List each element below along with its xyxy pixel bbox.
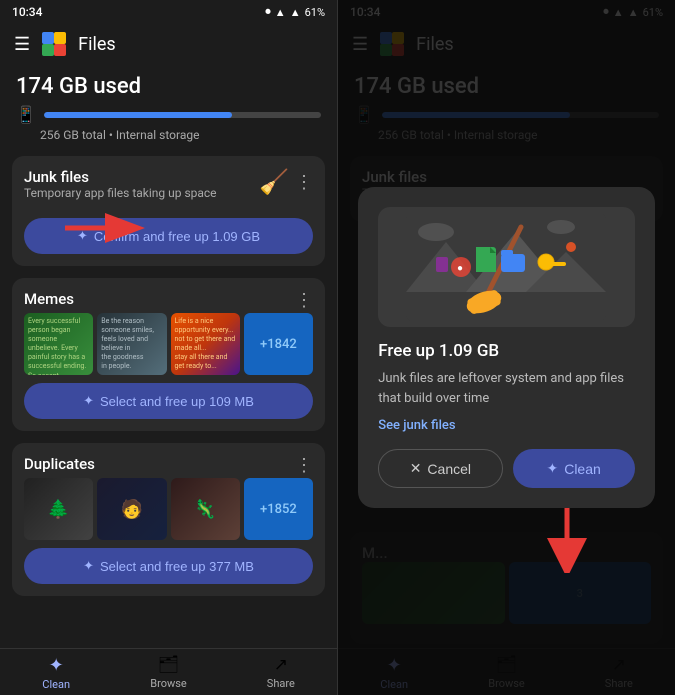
dup-menu-dots[interactable]: ⋮ <box>295 455 313 476</box>
browse-nav-label-left: Browse <box>150 677 187 690</box>
memes-thumbnails: Every successful person begansomeone unb… <box>24 313 313 375</box>
right-panel: 10:34 ⏺ ▲ ▲ 61% ☰ Files 174 GB used 📱 25… <box>337 0 675 695</box>
menu-icon-left[interactable]: ☰ <box>14 34 30 55</box>
dup-thumb-3: 🦎 <box>171 478 240 540</box>
status-icons-left: ⏺ ▲ ▲ 61% <box>265 5 325 19</box>
cancel-label: Cancel <box>427 461 471 477</box>
browse-nav-icon-left: 🗂 <box>158 655 180 675</box>
storage-bar-row-left: 📱 <box>16 105 321 124</box>
see-junk-link[interactable]: See junk files <box>378 418 635 433</box>
top-bar-left: ☰ Files <box>0 24 337 64</box>
dialog-title: Free up 1.09 GB <box>378 341 635 361</box>
dialog-overlay: ● Free up 1.09 GB Junk files are leftove… <box>338 0 675 695</box>
nav-clean-left[interactable]: ✦ Clean <box>0 655 112 691</box>
storage-bar-left <box>44 112 321 118</box>
memes-title: Memes <box>24 290 74 308</box>
junk-emoji: 🧹 <box>259 168 289 196</box>
meme-thumb-badge: +1842 <box>244 313 313 375</box>
dup-sparkle-icon: ✦ <box>83 558 94 574</box>
junk-card-text: Junk files Temporary app files taking up… <box>24 168 217 210</box>
app-title-left: Files <box>78 34 116 55</box>
cancel-x-icon: ✕ <box>410 460 422 477</box>
broom-illustration: ● <box>406 212 606 322</box>
storage-used-left: 174 GB used <box>16 74 321 99</box>
red-arrow-right <box>537 503 597 573</box>
meme-thumb-3: Life is a nice opportunity every...not t… <box>171 313 240 375</box>
signal-icon: ▲ <box>275 6 286 19</box>
record-icon: ⏺ <box>265 5 271 19</box>
storage-section-left: 174 GB used 📱 256 GB total • Internal st… <box>0 64 337 150</box>
share-nav-label-left: Share <box>267 677 295 690</box>
duplicates-card-left: Duplicates ⋮ 🌲 🧑 🦎 +1852 ✦ Select and fr… <box>12 443 325 596</box>
red-arrow-left <box>60 210 150 246</box>
nav-share-left[interactable]: ↗ Share <box>225 655 337 691</box>
memes-header: Memes ⋮ <box>24 290 313 311</box>
bottom-nav-left: ✦ Clean 🗂 Browse ↗ Share <box>0 648 337 695</box>
dup-thumb-badge: +1852 <box>244 478 313 540</box>
dup-title: Duplicates <box>24 455 95 473</box>
status-time-left: 10:34 <box>12 5 42 19</box>
dup-thumbnails: 🌲 🧑 🦎 +1852 <box>24 478 313 540</box>
clean-button[interactable]: ✦ Clean <box>513 449 635 488</box>
dup-thumb-2: 🧑 <box>97 478 166 540</box>
dialog-body: Junk files are leftover system and app f… <box>378 369 635 408</box>
nav-browse-left[interactable]: 🗂 Browse <box>112 655 224 691</box>
dialog-buttons: ✕ Cancel ✦ Clean <box>378 449 635 488</box>
clean-label: Clean <box>564 461 601 477</box>
svg-text:●: ● <box>457 263 463 274</box>
dup-free-label: Select and free up 377 MB <box>100 559 254 574</box>
memes-sparkle-icon: ✦ <box>83 393 94 409</box>
dup-thumb-1: 🌲 <box>24 478 93 540</box>
junk-card-header: Junk files Temporary app files taking up… <box>24 168 313 210</box>
junk-subtitle: Temporary app files taking up space <box>24 186 217 200</box>
junk-title: Junk files <box>24 168 217 186</box>
battery-icon: 61% <box>305 6 325 19</box>
clean-nav-icon-left: ✦ <box>49 655 64 676</box>
dup-free-button[interactable]: ✦ Select and free up 377 MB <box>24 548 313 584</box>
memes-menu-dots[interactable]: ⋮ <box>295 290 313 311</box>
clean-nav-label-left: Clean <box>42 678 70 691</box>
dup-header: Duplicates ⋮ <box>24 455 313 476</box>
arrow-right-panel <box>537 503 597 577</box>
meme-thumb-1: Every successful person begansomeone unb… <box>24 313 93 375</box>
memes-card-left: Memes ⋮ Every successful person begansom… <box>12 278 325 431</box>
clean-dialog: ● Free up 1.09 GB Junk files are leftove… <box>358 187 655 508</box>
clean-sparkle-icon: ✦ <box>546 460 558 477</box>
share-nav-icon-left: ↗ <box>274 655 288 675</box>
cancel-button[interactable]: ✕ Cancel <box>378 449 502 488</box>
broom-area: ● <box>378 207 635 327</box>
status-bar-left: 10:34 ⏺ ▲ ▲ 61% <box>0 0 337 24</box>
files-logo-left <box>42 32 66 56</box>
meme-thumb-2: Be the reasonsomeone smiles,feels loved … <box>97 313 166 375</box>
wifi-icon: ▲ <box>290 6 301 19</box>
memes-free-button[interactable]: ✦ Select and free up 109 MB <box>24 383 313 419</box>
left-panel: 10:34 ⏺ ▲ ▲ 61% ☰ Files 174 GB used 📱 25… <box>0 0 337 695</box>
arrow-left <box>60 210 150 250</box>
memes-free-label: Select and free up 109 MB <box>100 394 254 409</box>
dup-badge: +1852 <box>260 502 297 517</box>
junk-menu-dots[interactable]: ⋮ <box>295 172 313 193</box>
storage-sub-left: 256 GB total • Internal storage <box>40 128 321 142</box>
storage-fill-left <box>44 112 232 118</box>
junk-card-left: Junk files Temporary app files taking up… <box>12 156 325 266</box>
device-icon-left: 📱 <box>16 105 36 124</box>
memes-badge: +1842 <box>260 337 297 352</box>
